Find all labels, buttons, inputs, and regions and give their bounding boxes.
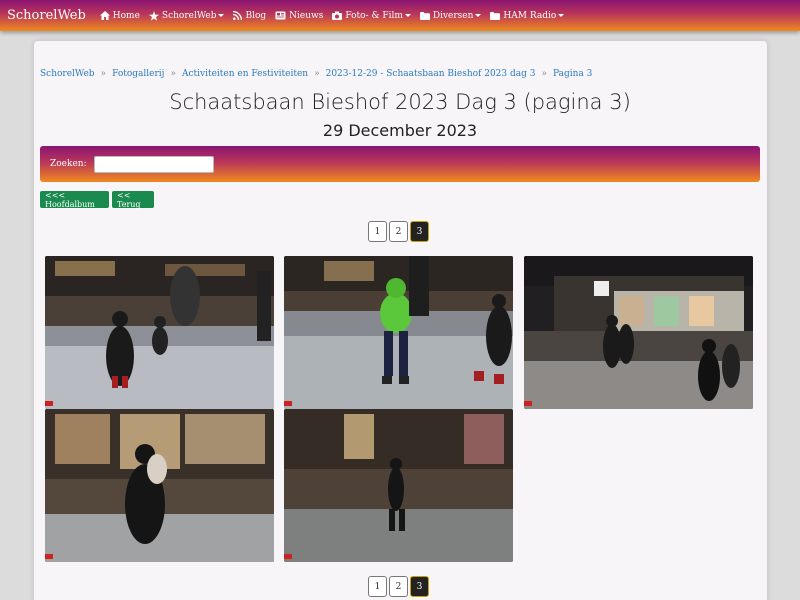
star-icon (148, 10, 159, 21)
search-bar: Zoeken: (40, 146, 760, 182)
photo-thumbnail[interactable] (45, 256, 274, 409)
folder-icon (419, 11, 430, 20)
breadcrumb-item-page[interactable]: Pagina 3 (553, 69, 592, 79)
breadcrumb-separator: » (170, 69, 176, 79)
breadcrumb-separator: » (541, 69, 547, 79)
page-button-2[interactable]: 2 (389, 576, 408, 597)
nav-schorelweb-label: SchorelWeb (161, 10, 217, 21)
chevron-down-icon (475, 14, 482, 17)
photo-thumbnail[interactable] (284, 409, 513, 562)
breadcrumb-item-home[interactable]: SchorelWeb (40, 69, 95, 79)
page-button-1[interactable]: 1 (368, 221, 387, 242)
nav-foto-film[interactable]: Foto- & Film (332, 11, 411, 21)
rss-icon (233, 11, 243, 20)
nav-home[interactable]: Home (99, 10, 140, 21)
nav-blog-label: Blog (245, 10, 267, 21)
back-button[interactable]: << Terug (112, 191, 154, 209)
page-button-3-current[interactable]: 3 (410, 221, 429, 242)
top-navbar: SchorelWeb Home SchorelWeb Blog Nieuws F… (0, 0, 800, 31)
nav-ham-radio[interactable]: HAM Radio (490, 10, 565, 21)
brand-logo[interactable]: SchorelWeb (7, 8, 86, 23)
nav-home-label: Home (112, 10, 140, 21)
breadcrumb: SchorelWeb » Fotogallerij » Activiteiten… (40, 69, 592, 79)
camera-icon (332, 11, 343, 20)
photo-thumbnail[interactable] (284, 256, 513, 409)
main-album-button[interactable]: <<< Hoofdalbum (40, 191, 109, 209)
folder-icon (490, 11, 501, 20)
pagination-top: 1 2 3 (368, 221, 429, 242)
breadcrumb-separator: » (100, 69, 107, 79)
nav-foto-film-label: Foto- & Film (345, 10, 403, 21)
home-icon (99, 11, 110, 20)
page-title: Schaatsbaan Bieshof 2023 Dag 3 (pagina 3… (169, 90, 631, 114)
nav-schorelweb[interactable]: SchorelWeb (148, 10, 225, 21)
chevron-down-icon (218, 14, 225, 17)
breadcrumb-separator: » (314, 69, 320, 79)
photo-thumbnail[interactable] (524, 256, 753, 409)
nav-blog[interactable]: Blog (233, 11, 266, 21)
nav-diversen[interactable]: Diversen (419, 10, 482, 21)
nav-ham-radio-label: HAM Radio (503, 10, 557, 21)
breadcrumb-item-album[interactable]: 2023-12-29 - Schaatsbaan Bieshof 2023 da… (326, 69, 536, 79)
nav-diversen-label: Diversen (432, 10, 474, 21)
page-button-2[interactable]: 2 (389, 221, 408, 242)
chevron-down-icon (404, 14, 411, 17)
photo-thumbnail[interactable] (45, 409, 274, 562)
pagination-bottom: 1 2 3 (368, 576, 429, 597)
chevron-down-icon (558, 14, 565, 17)
breadcrumb-item-fotogallerij[interactable]: Fotogallerij (112, 69, 164, 79)
breadcrumb-item-activiteiten[interactable]: Activiteiten en Festiviteiten (182, 69, 308, 79)
page-button-3-current[interactable]: 3 (410, 576, 429, 597)
search-label: Zoeken: (50, 159, 87, 169)
page-date: 29 December 2023 (322, 121, 478, 140)
search-input[interactable] (93, 155, 214, 173)
nav-nieuws-label: Nieuws (289, 10, 324, 21)
newspaper-icon (275, 11, 286, 20)
nav-nieuws[interactable]: Nieuws (275, 11, 323, 21)
page-button-1[interactable]: 1 (368, 576, 387, 597)
